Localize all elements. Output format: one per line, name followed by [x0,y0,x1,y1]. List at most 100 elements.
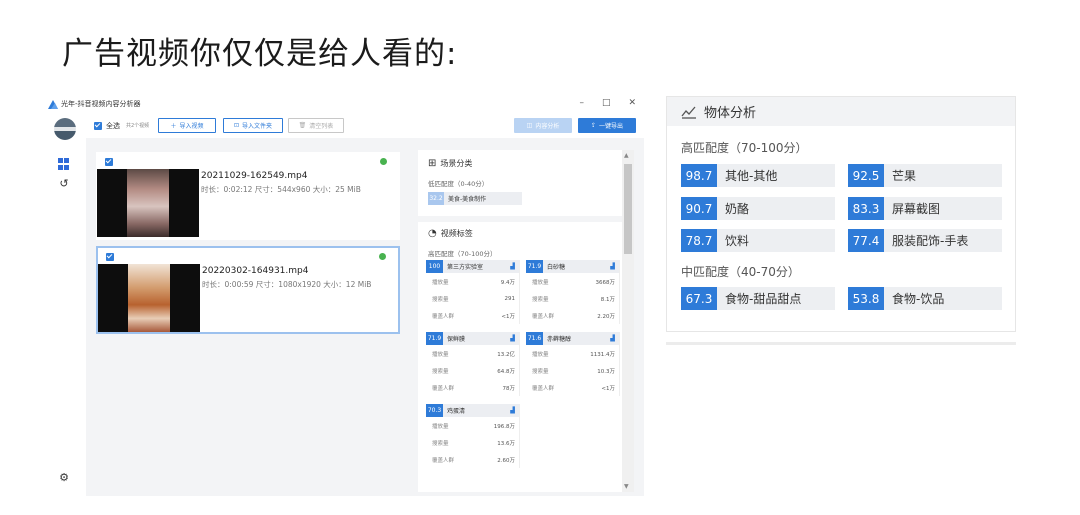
object-analysis-card: 物体分析 高匹配度（70-100分） 98.7 其他-其他 92.5 芒果 90.7… [666,96,1016,332]
file-item[interactable]: 20220302-164931.mp4 时长：0:00:59 尺寸：1080x1… [96,246,400,334]
content-analysis-button[interactable]: ◫ 内容分析 [514,118,572,133]
tag-card: 71.9 保鲜膜 ▟ 播放量 13.2亿 搜索量 64.8万 覆盖人群 78万 [426,332,520,396]
row-value: 13.2亿 [497,351,515,358]
row-label: 搜索量 [432,368,449,375]
file-checkbox[interactable] [105,158,113,166]
row-label: 播放量 [432,351,449,358]
import-video-button[interactable]: ＋导入视频 [158,118,216,133]
object-analysis-header: 物体分析 [667,97,1015,126]
row-label: 搜索量 [532,296,549,303]
object-tag: 78.7 饮料 [681,229,835,252]
tag-card: 100 第三方实验室 ▟ 播放量 9.4万 搜索量 291 覆盖人群 <1万 [426,260,520,324]
object-tag: 90.7 奶酪 [681,197,835,220]
scroll-thumb[interactable] [624,164,632,254]
row-label: 播放量 [432,423,449,430]
video-count: 共2个视频 [126,123,150,129]
left-nav: ↺ ⚙ [44,114,86,496]
object-tag: 77.4 服装配饰-手表 [848,229,1002,252]
mid-match-label: 中匹配度（40-70分） [681,265,800,279]
video-thumbnail [97,169,199,237]
tag-icon: ◔ [428,228,437,239]
chart-icon [681,106,696,119]
tag-score: 100 [426,260,443,273]
file-name: 20211029-162549.mp4 [201,171,308,181]
row-label: 搜索量 [532,368,549,375]
trend-icon[interactable]: ▟ [510,407,515,414]
row-label: 播放量 [532,351,549,358]
clear-list-button[interactable]: 🗑 清空列表 [288,118,344,133]
file-checkbox[interactable] [106,253,114,261]
maximize-button[interactable]: □ [602,98,611,108]
scroll-up-icon[interactable]: ▲ [624,152,629,159]
object-tag: 83.3 屏幕截图 [848,197,1002,220]
status-ok-icon [380,158,387,165]
select-all-checkbox[interactable] [94,122,102,130]
object-tag: 98.7 其他-其他 [681,164,835,187]
row-label: 覆盖人群 [432,313,455,320]
trend-icon[interactable]: ▟ [510,263,515,270]
avatar[interactable] [54,118,76,140]
tag-label: 鸡蛋清 [447,408,466,415]
tag-score: 71.9 [426,332,443,345]
gear-icon[interactable]: ⚙ [58,472,70,484]
tag-score: 70.3 [426,404,443,417]
file-list: 20211029-162549.mp4 时长：0:02:12 尺寸：544x96… [96,152,400,492]
tag-score: 71.6 [526,332,543,345]
object-tag: 67.3 食物-甜品甜点 [681,287,835,310]
card-shadow [666,342,1016,345]
row-label: 搜索量 [432,440,449,447]
file-meta: 时长：0:02:12 尺寸：544x960 大小：25 MiB [201,185,361,194]
row-value: 78万 [502,385,516,392]
trend-icon[interactable]: ▟ [510,335,515,342]
file-item[interactable]: 20211029-162549.mp4 时长：0:02:12 尺寸：544x96… [96,152,400,240]
object-tag: 92.5 芒果 [848,164,1002,187]
close-button[interactable]: ✕ [628,98,636,108]
analysis-icon: ◫ [526,122,533,129]
dashboard-icon[interactable] [58,158,70,170]
tag-section-title: ◔ 视频标签 [428,228,473,239]
slide-headline: 广告视频你仅仅是给人看的: [62,36,458,72]
row-value: 10.3万 [597,368,615,375]
trend-icon[interactable]: ▟ [610,335,615,342]
toolbar: 全选 共2个视频 ＋导入视频 ⊡ 导入文件夹 🗑 清空列表 ◫ 内容分析 ⇪ 一键导出 [86,114,644,138]
one-click-export-button[interactable]: ⇪ 一键导出 [578,118,636,133]
tag-card: 71.6 赤藓糖醇 ▟ 播放量 1131.4万 搜索量 10.3万 覆盖人群 <1万 [526,332,620,396]
row-label: 覆盖人群 [532,313,555,320]
app-window: 光年-抖音视频内容分析器 – □ ✕ ↺ ⚙ 全选 共2个视频 ＋导入视频 ⊡ 导… [44,94,644,496]
scene-label: 美食-美食制作 [448,196,487,203]
row-label: 覆盖人群 [432,385,455,392]
row-label: 搜索量 [432,296,449,303]
tag-card: 71.9 白砂糖 ▟ 播放量 3668万 搜索量 8.1万 覆盖人群 2.20万 [526,260,620,324]
row-label: 播放量 [532,279,549,286]
row-value: 9.4万 [500,279,515,286]
row-value: <1万 [601,385,615,392]
scroll-down-icon[interactable]: ▼ [624,483,629,490]
row-value: 13.6万 [497,440,515,447]
high-match-label: 高匹配度（70-100分） [681,141,808,155]
panel-scrollbar[interactable]: ▲ ▼ [622,150,634,492]
minimize-button[interactable]: – [579,98,584,108]
plus-icon: ＋ [170,123,177,130]
import-folder-button[interactable]: ⊡ 导入文件夹 [223,118,283,133]
scene-tag: 32.2 美食-美食制作 [428,192,522,205]
trend-icon[interactable]: ▟ [610,263,615,270]
tag-card: 70.3 鸡蛋清 ▟ 播放量 196.8万 搜索量 13.6万 覆盖人群 2.60万 [426,404,520,468]
history-icon[interactable]: ↺ [58,178,70,190]
app-title: 光年-抖音视频内容分析器 [61,100,141,108]
folder-icon: ⊡ [233,122,239,129]
title-bar: 光年-抖音视频内容分析器 – □ ✕ [44,94,644,114]
row-value: 2.20万 [597,313,615,320]
file-name: 20220302-164931.mp4 [202,266,309,276]
row-value: 1131.4万 [590,351,615,358]
tag-label: 白砂糖 [547,264,566,271]
row-value: 3668万 [595,279,616,286]
row-label: 覆盖人群 [432,457,455,464]
status-ok-icon [379,253,386,260]
tag-sub-label: 高匹配度（70-100分） [428,250,497,258]
object-analysis-title: 物体分析 [704,106,757,121]
trash-icon: 🗑 [298,122,307,129]
divider [418,216,622,222]
export-icon: ⇪ [590,122,596,129]
tag-label: 第三方实验室 [447,264,484,271]
scene-section-title: ⊞ 场景分类 [428,158,473,169]
